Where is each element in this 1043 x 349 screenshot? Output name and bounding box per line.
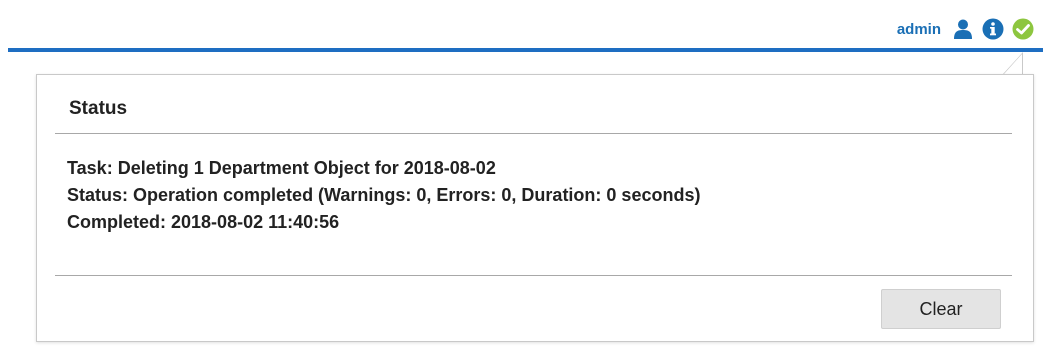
- task-line: Task: Deleting 1 Department Object for 2…: [67, 155, 700, 182]
- clear-button[interactable]: Clear: [881, 289, 1001, 329]
- popover-caret-fill: [1004, 54, 1022, 74]
- task-value: Deleting 1 Department Object for 2018-08…: [117, 158, 496, 178]
- completed-value: 2018-08-02 11:40:56: [171, 212, 340, 232]
- completed-line: Completed: 2018-08-02 11:40:56: [67, 209, 700, 236]
- task-label: Task:: [67, 158, 113, 178]
- user-icon[interactable]: [951, 17, 975, 41]
- status-label: Status:: [67, 185, 129, 205]
- status-value: Operation completed (Warnings: 0, Errors…: [133, 185, 701, 205]
- status-details: Task: Deleting 1 Department Object for 2…: [67, 155, 700, 236]
- status-popover: Status Task: Deleting 1 Department Objec…: [36, 74, 1034, 342]
- status-line: Status: Operation completed (Warnings: 0…: [67, 182, 700, 209]
- username-link[interactable]: admin: [897, 21, 941, 38]
- footer-divider: [55, 275, 1012, 276]
- popover-title: Status: [69, 98, 128, 119]
- title-divider: [55, 133, 1012, 134]
- user-toolbar: admin: [897, 14, 1035, 44]
- header-accent-line: [8, 48, 1043, 52]
- status-ok-icon[interactable]: [1011, 17, 1035, 41]
- info-icon[interactable]: [981, 17, 1005, 41]
- page: admin Status Task: Deleting 1 Department…: [0, 0, 1043, 349]
- completed-label: Completed:: [67, 212, 166, 232]
